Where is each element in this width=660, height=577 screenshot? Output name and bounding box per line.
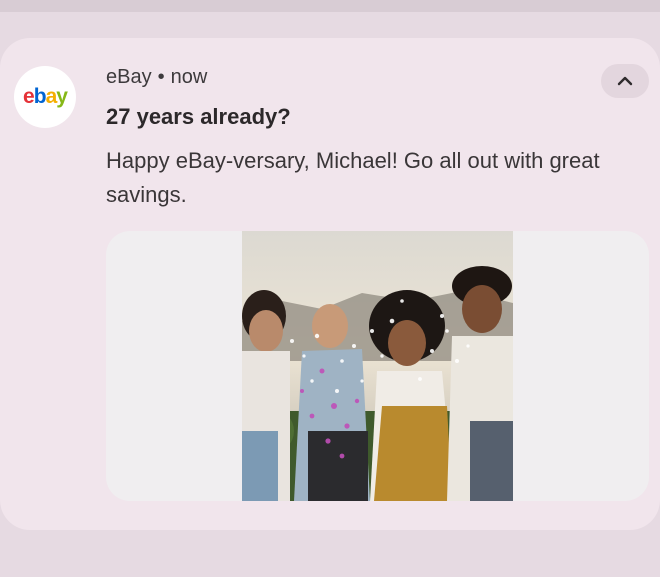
status-bar-strip: [0, 0, 660, 12]
collapse-button[interactable]: [601, 64, 649, 98]
separator-dot: •: [157, 66, 165, 88]
app-name: eBay: [106, 66, 152, 88]
ebay-logo-icon: ebay: [14, 66, 76, 128]
notification-card[interactable]: ebay eBay • now 27 years already? Happy eB…: [0, 38, 660, 530]
logo-letter-e: e: [23, 85, 35, 108]
photo-friends-blowing-confetti-icon: [242, 231, 513, 501]
logo-letter-a: a: [45, 85, 58, 108]
notification-body: Happy eBay-versary, Michael! Go all out …: [106, 148, 600, 207]
notification-time: now: [170, 66, 208, 88]
notification-photo: [242, 231, 513, 501]
logo-letter-b: b: [33, 85, 47, 108]
notification-image-frame[interactable]: [106, 231, 649, 501]
chevron-up-icon: [617, 76, 633, 86]
logo-letter-y: y: [56, 85, 68, 108]
notification-title: 27 years already?: [106, 104, 291, 129]
notification-header: eBay • now: [106, 66, 207, 89]
